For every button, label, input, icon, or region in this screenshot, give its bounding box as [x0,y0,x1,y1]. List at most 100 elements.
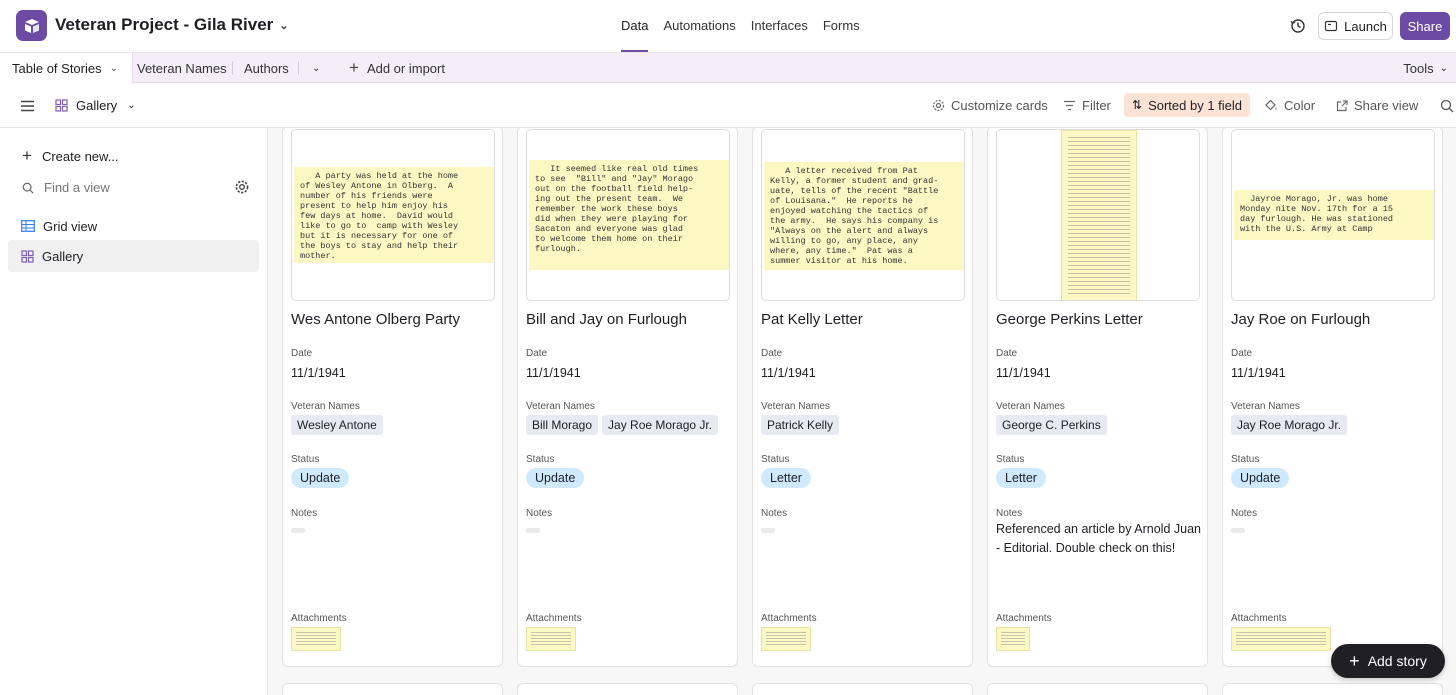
veteran-chip[interactable]: Jay Roe Morago Jr. [1231,415,1348,435]
attachments-label: Attachments [761,613,817,624]
record-card[interactable]: A letter received from Pat Kelly, a form… [752,128,973,667]
search-icon [22,182,34,194]
date-label: Date [996,348,1018,359]
notes-value: Referenced an article by Arnold Juan - E… [996,522,1201,555]
customize-cards-label: Customize cards [951,98,1048,113]
launch-button[interactable]: Launch [1318,12,1393,40]
record-card[interactable] [987,683,1208,695]
tab-interfaces[interactable]: Interfaces [751,18,808,52]
sidebar-item-label: Gallery [42,248,84,264]
attachments-label: Attachments [526,613,582,624]
color-button[interactable]: Color [1264,83,1315,128]
status-label: Status [761,454,790,465]
sort-button[interactable]: ⇅ Sorted by 1 field [1124,93,1251,117]
create-new-label: Create new... [41,148,119,164]
attachment-thumbnail[interactable] [526,627,576,651]
attachment-thumbnail[interactable] [1231,627,1331,651]
top-header: Veteran Project - Gila River ⌄ Data Auto… [0,0,1456,53]
newspaper-column-image [1061,130,1137,300]
newspaper-clipping: It seemed like real old times to see "Bi… [529,160,729,270]
veteran-names-chips: Jay Roe Morago Jr. [1231,415,1351,435]
add-or-import-button[interactable]: + Add or import [349,53,445,83]
notes-empty [291,528,305,533]
view-switcher[interactable]: Gallery ⌄ [55,83,136,128]
plus-icon: + [1349,650,1360,671]
record-card[interactable]: A party was held at the home of Wesley A… [282,128,503,667]
veteran-chip[interactable]: Wesley Antone [291,415,383,435]
card-title: Pat Kelly Letter [761,311,863,328]
search-icon[interactable] [1440,83,1454,128]
record-card[interactable] [517,683,738,695]
share-view-label: Share view [1354,98,1419,113]
share-button[interactable]: Share [1400,12,1450,40]
table-tab-veteran-names[interactable]: Veteran Names [137,53,227,83]
card-cover-image: A letter received from Pat Kelly, a form… [761,129,965,301]
status-label: Status [291,454,320,465]
add-story-label: Add story [1367,653,1427,669]
date-label: Date [291,348,313,359]
tab-data[interactable]: Data [621,18,649,52]
sidebar-item-gallery[interactable]: Gallery [8,240,259,272]
gallery-grid: A party was held at the home of Wesley A… [268,128,1456,695]
base-logo-icon[interactable] [16,10,47,41]
tab-automations[interactable]: Automations [663,18,735,52]
card-title: Bill and Jay on Furlough [526,311,687,328]
record-card[interactable]: It seemed like real old times to see "Bi… [517,128,738,667]
veteran-chip[interactable]: Patrick Kelly [761,415,840,435]
veteran-names-chips: Bill Morago Jay Roe Morago Jr. [526,415,722,435]
record-card[interactable] [282,683,503,695]
notes-label: Notes [526,508,553,519]
view-name: Gallery [76,98,118,113]
add-story-button[interactable]: + Add story [1331,644,1445,678]
veteran-chip[interactable]: Jay Roe Morago Jr. [602,415,719,435]
hamburger-menu-icon[interactable] [20,83,35,128]
tab-forms[interactable]: Forms [823,18,860,52]
gear-icon[interactable] [234,179,250,195]
more-tables-chevron-icon[interactable]: ⌄ [312,53,320,83]
sidebar-item-grid-view[interactable]: Grid view [8,210,259,242]
filter-button[interactable]: Filter [1063,83,1111,128]
notes-label: Notes [761,508,788,519]
share-view-button[interactable]: Share view [1336,83,1418,128]
launch-label: Launch [1344,18,1387,34]
date-value: 11/1/1941 [291,366,346,380]
grid-icon [21,220,35,232]
record-card[interactable] [1222,683,1443,695]
date-label: Date [526,348,548,359]
customize-cards-button[interactable]: Customize cards [932,83,1048,128]
gallery-icon [55,99,68,112]
attachments-label: Attachments [996,613,1052,624]
card-title: Jay Roe on Furlough [1231,311,1371,328]
record-card[interactable]: Jayroe Morago, Jr. was home Monday nite … [1222,128,1443,667]
record-card[interactable] [752,683,973,695]
gallery-icon [21,249,34,263]
tools-menu[interactable]: Tools ⌄ [1403,53,1448,83]
status-badge: Update [291,468,350,488]
date-value: 11/1/1941 [761,366,816,380]
chevron-down-icon: ⌄ [279,19,289,32]
date-value: 11/1/1941 [526,366,581,380]
status-badge: Letter [996,468,1046,488]
plus-icon: + [22,146,32,165]
find-view-input[interactable]: Find a view [22,180,110,195]
create-new-view-button[interactable]: + Create new... [22,146,119,166]
table-tab-active[interactable]: Table of Stories ⌄ [0,53,133,84]
base-title[interactable]: Veteran Project - Gila River ⌄ [55,15,288,35]
status-badge: Letter [761,468,811,488]
record-card[interactable]: George Perkins Letter Date 11/1/1941 Vet… [987,128,1208,667]
veteran-chip[interactable]: George C. Perkins [996,415,1107,435]
date-label: Date [761,348,783,359]
views-sidebar: + Create new... Find a view Grid view Ga… [0,128,268,695]
plus-icon: + [349,58,359,77]
history-icon[interactable] [1289,17,1307,35]
newspaper-clipping: Jayroe Morago, Jr. was home Monday nite … [1234,190,1434,240]
attachment-thumbnail[interactable] [761,627,811,651]
add-or-import-label: Add or import [366,60,445,76]
color-label: Color [1284,98,1316,113]
top-nav-tabs: Data Automations Interfaces Forms [621,18,860,52]
attachment-thumbnail[interactable] [996,627,1030,651]
veteran-names-chips: Patrick Kelly [761,415,843,435]
attachment-thumbnail[interactable] [291,627,341,651]
table-tab-authors[interactable]: Authors [244,53,289,83]
veteran-chip[interactable]: Bill Morago [526,415,599,435]
